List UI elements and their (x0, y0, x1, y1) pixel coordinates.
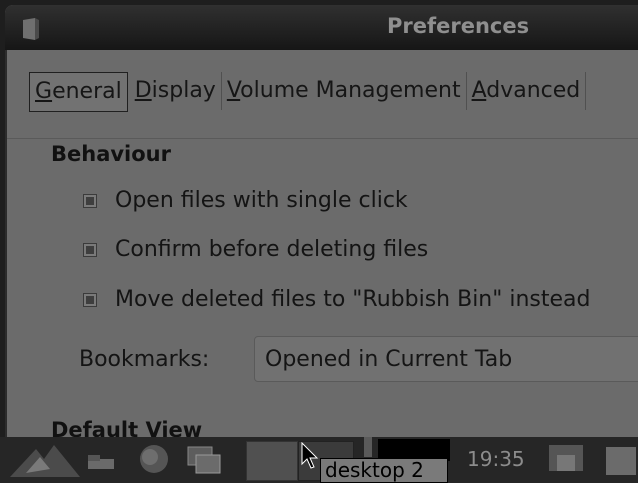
bookmarks-label: Bookmarks: (79, 347, 210, 372)
tab-general[interactable]: General (29, 72, 128, 112)
folder-icon[interactable] (21, 16, 41, 42)
show-desktop-icon[interactable] (84, 437, 118, 483)
taskbar: 19:35 (0, 437, 638, 483)
title-bar[interactable]: Preferences (5, 5, 638, 50)
window-title: Preferences (387, 14, 530, 38)
tab-volume-management[interactable]: Volume Management (222, 72, 467, 110)
desktop-pager-1[interactable] (246, 441, 298, 481)
single-click-checkbox[interactable] (83, 193, 97, 208)
window-switcher-icon[interactable] (182, 437, 228, 483)
tab-display[interactable]: Display (130, 72, 222, 110)
move-to-bin-checkbox[interactable] (83, 292, 97, 307)
confirm-delete-label: Confirm before deleting files (115, 237, 429, 262)
network-icon[interactable] (545, 437, 589, 483)
confirm-delete-checkbox[interactable] (83, 242, 97, 257)
tab-advanced[interactable]: Advanced (467, 72, 587, 110)
tab-divider (7, 138, 638, 139)
confirm-delete-option[interactable]: Confirm before deleting files (83, 237, 428, 262)
move-to-bin-label: Move deleted files to "Rubbish Bin" inst… (115, 287, 591, 312)
preferences-window: Preferences General Display Volume Manag… (5, 5, 638, 437)
browser-icon[interactable] (134, 437, 174, 483)
volume-icon[interactable] (600, 437, 638, 483)
tab-bar: General Display Volume Management Advanc… (29, 72, 587, 112)
behaviour-heading: Behaviour (51, 142, 171, 166)
preferences-content: General Display Volume Management Advanc… (5, 50, 638, 437)
bookmarks-selected-value: Opened in Current Tab (265, 347, 513, 372)
lxde-menu-icon[interactable] (6, 437, 84, 483)
clock[interactable]: 19:35 (467, 447, 525, 471)
single-click-option[interactable]: Open files with single click (83, 188, 408, 213)
default-view-heading: Default View (51, 418, 203, 437)
desktop-tooltip: desktop 2 (320, 458, 448, 483)
separator-handle[interactable] (364, 437, 372, 457)
mouse-cursor-icon (301, 442, 319, 469)
bookmarks-select[interactable]: Opened in Current Tab (254, 336, 638, 382)
single-click-label: Open files with single click (115, 188, 408, 213)
move-to-bin-option[interactable]: Move deleted files to "Rubbish Bin" inst… (83, 287, 590, 312)
